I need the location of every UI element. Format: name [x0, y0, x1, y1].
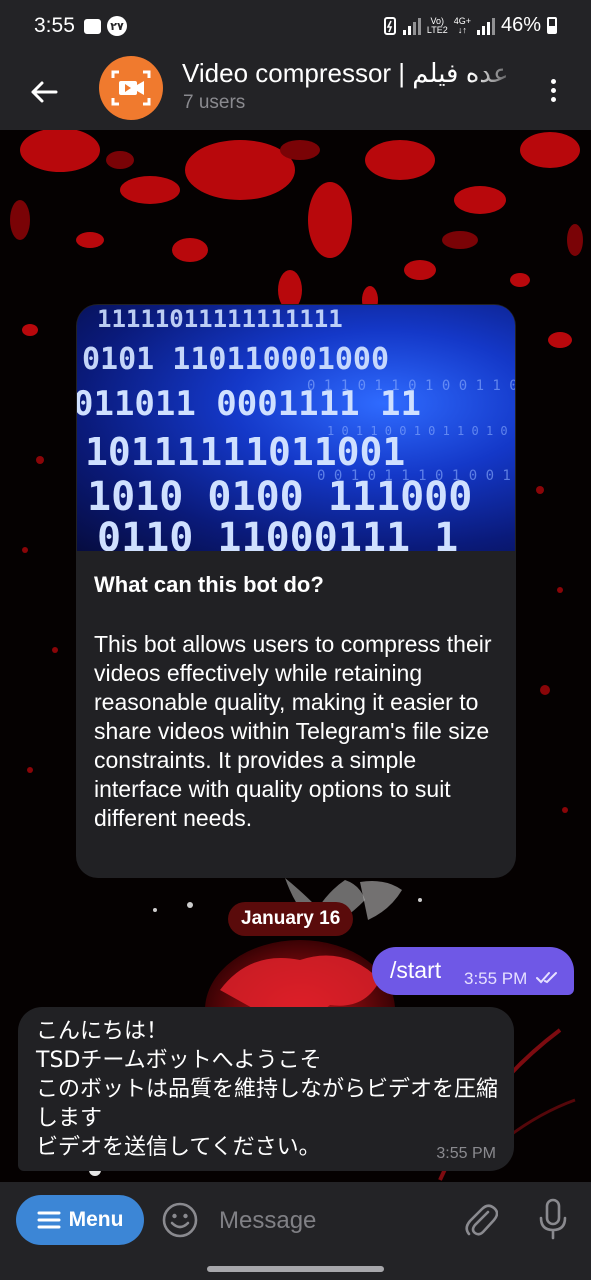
signal-2-icon — [476, 17, 495, 35]
mic-icon[interactable] — [537, 1198, 569, 1240]
menu-button-label: Menu — [68, 1208, 124, 1231]
back-arrow-icon — [31, 81, 58, 103]
status-time: 3:55 — [34, 14, 75, 37]
battery-percent: 46% — [500, 14, 541, 36]
back-button[interactable] — [22, 70, 66, 114]
bot-info-card: 11111011111111111 0101 110110001000 0110… — [76, 304, 516, 878]
date-separator: January 16 — [228, 902, 354, 936]
volte-indicator: Vo) LTE2 — [426, 15, 448, 35]
more-options-button[interactable] — [541, 72, 565, 108]
svg-text:0 1 1 0 1 1 0 1 0 0 1 1 0 1: 0 1 1 0 1 1 0 1 0 0 1 1 0 1 — [307, 378, 515, 394]
system-nav-bar — [0, 1258, 591, 1280]
bot-menu-button[interactable]: Menu — [16, 1195, 144, 1245]
chat-header: Video compressor | ﻋﺪه ﻓﯿﻠﻢ 7 users — [0, 56, 591, 130]
outgoing-message[interactable]: /start 3:55 PM — [372, 947, 574, 995]
svg-text:1 0 1 1 0 0 1 0 1 1 0 1 0: 1 0 1 1 0 0 1 0 1 1 0 1 0 — [327, 424, 508, 438]
chat-avatar[interactable] — [99, 56, 163, 120]
double-check-icon — [536, 972, 557, 984]
status-left-icons: ۲۷ — [84, 16, 127, 36]
signal-1-icon — [402, 17, 421, 35]
bot-info-heading: What can this bot do? — [94, 572, 324, 597]
bot-cover-image: 11111011111111111 0101 110110001000 0110… — [77, 305, 515, 551]
message-time: 3:55 PM — [436, 1145, 496, 1162]
status-right-icons: Vo) LTE2 4G+ ↓↑ 46% — [383, 14, 557, 37]
message-input[interactable] — [217, 1202, 451, 1240]
home-gesture-bar[interactable] — [207, 1266, 384, 1272]
message-text: /start — [390, 957, 442, 983]
svg-text:0 0 1 0 1 1 1 0 1 0 0 1: 0 0 1 0 1 1 1 0 1 0 0 1 — [317, 468, 511, 484]
binary-code-image: 11111011111111111 0101 110110001000 0110… — [77, 305, 515, 551]
bot-info-description: This bot allows users to compress their … — [94, 631, 492, 831]
more-vert-icon — [550, 78, 556, 84]
battery-icon — [547, 17, 557, 34]
network-type-indicator: 4G+ ↓↑ — [453, 15, 471, 35]
message-time: 3:55 PM — [464, 969, 528, 988]
emoji-icon[interactable] — [161, 1201, 199, 1239]
svg-text:0101 110110001000: 0101 110110001000 — [82, 342, 389, 377]
svg-text:11111011111111111: 11111011111111111 — [97, 305, 343, 333]
incoming-message[interactable]: こんにちは！ TSDチームボットへようこそ このボットは品質を維持しながらビデオ… — [18, 1007, 514, 1171]
video-camera-icon — [111, 70, 151, 106]
gallery-icon — [84, 18, 101, 34]
message-input-bar: Menu — [0, 1182, 591, 1258]
hamburger-icon — [37, 1211, 61, 1229]
chat-member-count: 7 users — [183, 92, 246, 113]
notification-badge-icon: ۲۷ — [107, 16, 127, 36]
status-bar: 3:55 ۲۷ Vo) LTE2 4G+ ↓↑ 46% — [0, 0, 591, 56]
battery-saver-icon — [383, 16, 396, 35]
svg-text:0110 11000111 1: 0110 11000111 1 — [97, 515, 458, 551]
attach-icon[interactable] — [464, 1200, 498, 1240]
message-text: こんにちは！ TSDチームボットへようこそ このボットは品質を維持しながらビデオ… — [36, 1019, 499, 1160]
chat-title[interactable]: Video compressor | ﻋﺪه ﻓﯿﻠﻢ — [182, 58, 522, 89]
